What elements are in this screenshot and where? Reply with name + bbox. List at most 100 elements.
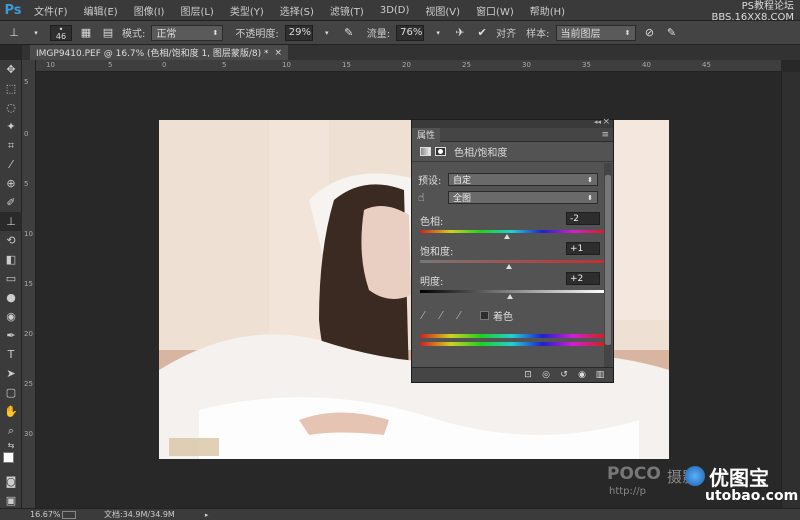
flow-dropdown-icon[interactable]: ▾ [430,25,446,41]
channel-select[interactable]: 全图 ⬍ [448,191,598,204]
mode-value: 正常 [156,29,177,40]
pressure-opacity-icon[interactable]: ✎ [341,25,357,41]
brush-icon[interactable]: ✐ [0,193,22,212]
airbrush-icon[interactable]: ✈ [452,25,468,41]
marquee-icon[interactable]: ⬚ [0,79,22,98]
mask-icon[interactable] [435,147,446,156]
path-select-icon[interactable]: ➤ [0,364,22,383]
channel-row: ☝ 全图 ⬍ [418,191,598,204]
menu-layer[interactable]: 图层(L) [172,3,221,18]
ruler-h-label: 25 [462,61,471,69]
visibility-icon[interactable]: ◉ [575,370,589,381]
trash-icon[interactable]: ▥ [593,370,607,381]
document-tab-bar: IMGP9410.PEF @ 16.7% (色相/饱和度 1, 图层蒙版/8) … [22,45,800,60]
hue-slider-track[interactable] [420,230,604,233]
hue-slider-thumb[interactable] [504,234,510,239]
brush-panel-icon[interactable]: ▦ [78,25,94,41]
eyedropper-plus-icon[interactable]: ⁄ [440,309,458,322]
chevron-down-icon: ⬍ [624,28,631,37]
eyedropper-icon[interactable]: ⁄ [0,155,22,174]
dropdown-arrow-icon[interactable]: ▾ [28,25,44,41]
healing-icon[interactable]: ⊕ [0,174,22,193]
hand-icon[interactable]: ✋ [0,402,22,421]
saturation-label: 饱和度: [420,247,454,258]
quick-select-icon[interactable]: ✦ [0,117,22,136]
menu-file[interactable]: 文件(F) [26,3,76,18]
saturation-field[interactable]: +1 [566,242,600,255]
eraser-icon[interactable]: ◧ [0,250,22,269]
view-previous-icon[interactable]: ◎ [539,370,553,381]
status-arrow-icon[interactable]: ▸ [205,511,209,519]
lasso-icon[interactable]: ◌ [0,98,22,117]
clone-source-icon[interactable]: ▤ [100,25,116,41]
lightness-field[interactable]: +2 [566,272,600,285]
panel-scrollbar-thumb[interactable] [605,175,611,345]
menu-select[interactable]: 选择(S) [272,3,322,18]
close-icon[interactable]: × [275,48,283,58]
pressure-size-icon[interactable]: ✎ [664,25,680,41]
saturation-slider-thumb[interactable] [506,264,512,269]
close-icon[interactable]: × [602,117,610,127]
document-tab[interactable]: IMGP9410.PEF @ 16.7% (色相/饱和度 1, 图层蒙版/8) … [30,45,289,60]
ruler-v-label: 0 [24,130,29,138]
eyedropper-icon[interactable]: ⁄ [422,309,440,322]
chevron-down-icon: ⬍ [212,28,219,37]
menu-image[interactable]: 图像(I) [126,3,173,18]
opacity-dropdown-icon[interactable]: ▾ [319,25,335,41]
canvas-scrollbar[interactable] [781,72,800,508]
menu-3d[interactable]: 3D(D) [372,5,418,16]
flow-field[interactable]: 76% [396,24,425,41]
type-icon[interactable]: T [0,345,22,364]
dodge-icon[interactable]: ◉ [0,307,22,326]
panel-top-bar[interactable]: ◂◂ × [412,117,613,128]
panel-menu-icon[interactable]: ≡ [601,130,609,140]
saturation-slider-track[interactable] [420,260,604,263]
mode-select[interactable]: 正常 ⬍ [151,24,224,41]
clip-to-layer-icon[interactable]: ⊡ [521,370,535,381]
reset-icon[interactable]: ↺ [557,370,571,381]
menu-window[interactable]: 窗口(W) [468,3,522,18]
status-icon[interactable] [62,510,76,519]
ignore-adjustment-layers-icon[interactable]: ⊘ [642,25,658,41]
zoom-level[interactable]: 16.67% [30,510,62,519]
eyedropper-minus-icon[interactable]: ⁄ [458,309,480,322]
preset-select[interactable]: 自定 ⬍ [448,173,598,186]
clone-stamp-icon[interactable]: ⊥ [0,212,22,231]
menu-type[interactable]: 类型(Y) [222,3,272,18]
foreground-color[interactable] [3,452,14,463]
menu-edit[interactable]: 编辑(E) [76,3,126,18]
tab-properties[interactable]: 属性 [412,127,441,142]
brush-size-picker[interactable]: • 46 [50,24,72,41]
zoom-icon[interactable]: ⌕ [0,421,22,440]
watermark-top: PS教程论坛 BBS.16XX8.COM [711,1,794,23]
color-swatches[interactable] [0,450,22,472]
lightness-slider-thumb[interactable] [507,294,513,299]
panel-scrollbar[interactable] [604,163,612,368]
lightness-slider-track[interactable] [420,290,604,293]
menu-filter[interactable]: 滤镜(T) [322,3,372,18]
opacity-field[interactable]: 29% [284,24,313,41]
clone-stamp-tool-preset-icon[interactable]: ⊥ [6,25,22,41]
crop-icon[interactable]: ⌗ [0,136,22,155]
mask-dot-icon [438,149,443,154]
swap-colors-icon[interactable]: ⇆ [0,440,22,450]
move-icon[interactable]: ✥ [0,60,22,79]
hand-target-icon[interactable]: ☝ [418,191,448,204]
quick-mask-icon[interactable]: ◙ [0,472,22,491]
aligned-checkbox-icon[interactable]: ✔ [474,25,490,41]
history-brush-icon[interactable]: ⟲ [0,231,22,250]
watermark-poco: POCO [607,464,661,484]
sample-select[interactable]: 当前图层 ⬍ [555,24,636,41]
ruler-v-label: 15 [24,280,33,288]
colorize-checkbox[interactable] [480,311,489,320]
menu-help[interactable]: 帮助(H) [522,3,573,18]
collapse-icon[interactable]: ◂◂ [594,118,601,126]
doc-info: 文档:34.9M/34.9M [104,510,175,519]
pen-icon[interactable]: ✒ [0,326,22,345]
hue-field[interactable]: -2 [566,212,600,225]
shape-icon[interactable]: ▢ [0,383,22,402]
blur-icon[interactable]: ● [0,288,22,307]
gradient-icon[interactable]: ▭ [0,269,22,288]
menu-view[interactable]: 视图(V) [417,3,468,18]
watermark-url: utobao.com [705,488,799,504]
